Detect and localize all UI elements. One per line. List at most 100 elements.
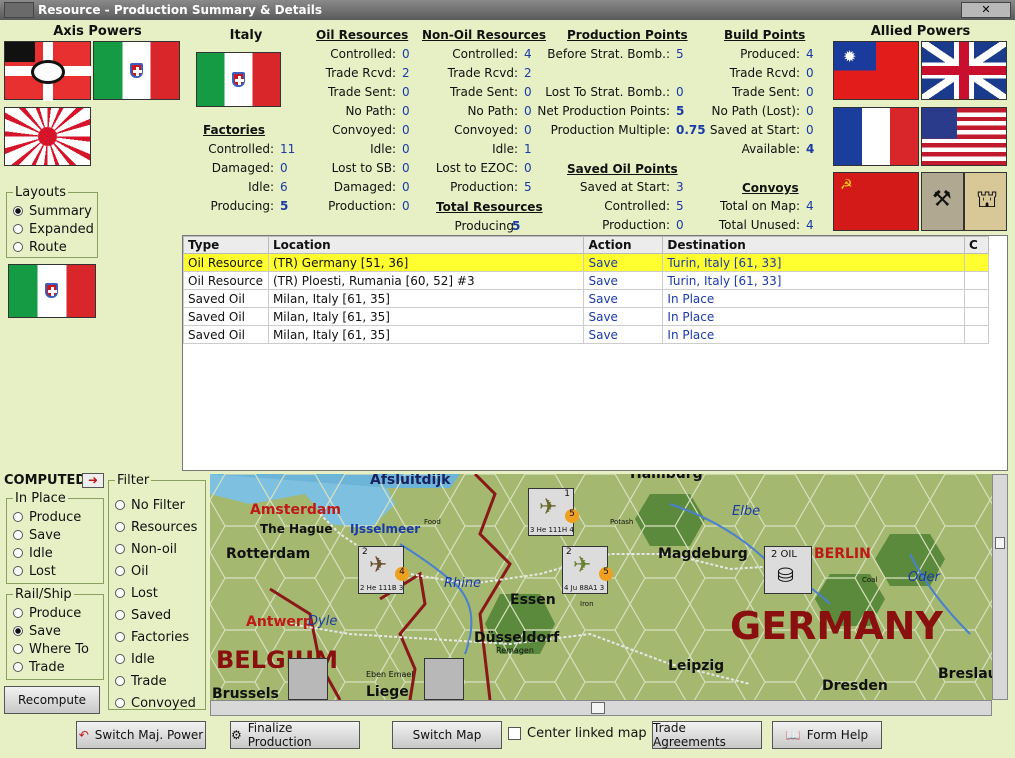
map-label-brussels: Brussels	[212, 686, 279, 700]
mining-icon[interactable]: ⚒	[921, 172, 964, 231]
factories-row-value: 6	[280, 180, 288, 194]
oil-stack-counter[interactable]: 2 OIL ⛁	[764, 546, 812, 594]
col-type[interactable]: Type	[183, 236, 269, 254]
air-unit-counter[interactable]: 2 ✈ 2 He 111B 3 4	[358, 546, 409, 594]
railship-option-trade-radio[interactable]: Trade	[13, 658, 89, 676]
filter-option-trade-radio[interactable]: Trade	[115, 670, 197, 692]
filter-option-non-oil-radio[interactable]: Non-oil	[115, 538, 197, 560]
map-label-iron: Iron	[580, 600, 594, 608]
inplace-option-idle-radio[interactable]: Idle	[13, 544, 81, 562]
bomber-icon: ✈	[539, 495, 558, 520]
railship-option-save-radio[interactable]: Save	[13, 622, 89, 640]
filter-option-convoyed-radio[interactable]: Convoyed	[115, 692, 197, 714]
filter-option-factories-radio[interactable]: Factories	[115, 626, 197, 648]
hammer-sickle-icon: ☭	[840, 177, 853, 193]
filter-option-oil-radio[interactable]: Oil	[115, 560, 197, 582]
switch-major-power-button[interactable]: ↶ Switch Maj. Power	[76, 721, 206, 749]
air-unit-counter[interactable]: 1 ✈ 3 He 111H 4 5	[528, 488, 579, 536]
radio-label: Produce	[29, 509, 82, 525]
table-row[interactable]: Saved Oil Milan, Italy [61, 35] Save In Pla…	[183, 325, 990, 344]
oil-derrick-icon[interactable]: ⛫	[964, 172, 1007, 231]
map-label-elbe: Elbe	[732, 504, 761, 519]
col-c[interactable]: C	[963, 236, 990, 254]
uk-flag[interactable]	[921, 41, 1007, 100]
france-flag[interactable]	[833, 107, 919, 166]
oil-row-value: 0	[402, 104, 410, 118]
pp-row-value: 5	[676, 104, 685, 118]
filter-option-no-filter-radio[interactable]: No Filter	[115, 494, 197, 516]
inplace-option-produce-radio[interactable]: Produce	[13, 508, 81, 526]
railship-option-produce-radio[interactable]: Produce	[13, 604, 89, 622]
filter-option-idle-radio[interactable]: Idle	[115, 648, 197, 670]
savedoil-title: Saved Oil Points	[567, 162, 678, 176]
map-label-eben: Eben Emael	[366, 670, 414, 679]
savoy-shield-icon	[129, 62, 143, 78]
radio-label: Where To	[29, 641, 89, 657]
railship-option-where-to-radio[interactable]: Where To	[13, 640, 89, 658]
map-view[interactable]: Afsluitdijk Amsterdam The Hague IJsselme…	[210, 474, 992, 700]
unit-name: 2 He 111B 3	[360, 584, 404, 592]
filter-option-resources-radio[interactable]: Resources	[115, 516, 197, 538]
layout-summary-radio[interactable]: Summary	[13, 202, 94, 220]
savedoil-row-label: Controlled:	[604, 199, 670, 213]
col-location[interactable]: Location	[267, 236, 585, 254]
center-linked-map-checkbox[interactable]	[508, 727, 521, 740]
radio-circle	[13, 608, 23, 618]
map-horizontal-scrollbar[interactable]	[210, 700, 992, 716]
radio-label: Resources	[131, 519, 198, 535]
savedoil-row-label: Production:	[602, 218, 670, 232]
finalize-production-button[interactable]: ⚙ Finalize Production	[230, 721, 360, 749]
savoy-shield-icon	[45, 283, 58, 298]
china-flag[interactable]: ✹	[833, 41, 919, 100]
col-action[interactable]: Action	[583, 236, 664, 254]
filter-option-lost-radio[interactable]: Lost	[115, 582, 197, 604]
map-vertical-scrollbar[interactable]	[992, 474, 1008, 700]
close-icon[interactable]: ✕	[961, 2, 1011, 18]
inplace-option-save-radio[interactable]: Save	[13, 526, 81, 544]
switch-map-button[interactable]: Switch Map	[392, 721, 502, 749]
table-row[interactable]: Saved Oil Milan, Italy [61, 35] Save In Pla…	[183, 307, 990, 326]
savedoil-row-value: 3	[676, 180, 684, 194]
radio-label: Idle	[131, 651, 155, 667]
map-label-afsluitdijk: Afsluitdijk	[370, 474, 451, 488]
table-row[interactable]: Oil Resource (TR) Germany [51, 36] Save Tur…	[183, 253, 990, 272]
col-destination[interactable]: Destination	[662, 236, 965, 254]
usa-flag[interactable]	[921, 107, 1007, 166]
air-unit-counter[interactable]: 2 ✈ 4 Ju 88A1 3 5	[562, 546, 613, 594]
corps-unit-counter[interactable]	[288, 658, 328, 700]
map-label-potash: Potash	[610, 518, 634, 526]
system-menu-icon[interactable]	[4, 2, 34, 18]
japan-flag[interactable]	[4, 107, 91, 166]
map-label-liege: Liege	[366, 684, 409, 700]
map-label-ijsselmeer: IJsselmeer	[350, 522, 421, 536]
nonoil-row-label: Convoyed:	[454, 123, 518, 137]
trade-agreements-button[interactable]: Trade Agreements	[652, 721, 762, 749]
bp-row-value: 0	[806, 104, 814, 118]
bp-row-label: Trade Sent:	[731, 85, 800, 99]
map-label-dresden: Dresden	[822, 678, 888, 694]
unit-badge: 5	[565, 509, 579, 523]
form-help-button[interactable]: 📖 Form Help	[772, 721, 882, 749]
bomber-icon: ✈	[369, 553, 388, 578]
pp-row-label: Production Multiple:	[550, 123, 670, 137]
filter-label: Filter	[115, 473, 152, 488]
germany-flag[interactable]	[4, 41, 92, 101]
italy-flag[interactable]	[93, 41, 180, 100]
ussr-flag[interactable]: ☭	[833, 172, 919, 231]
table-cell: (TR) Ploesti, Rumania [60, 52] #3	[267, 271, 585, 290]
filter-option-saved-radio[interactable]: Saved	[115, 604, 197, 626]
layout-route-radio[interactable]: Route	[13, 238, 94, 256]
oil-row-label: Trade Rcvd:	[325, 66, 396, 80]
layout-expanded-radio[interactable]: Expanded	[13, 220, 94, 238]
inplace-option-lost-radio[interactable]: Lost	[13, 562, 81, 580]
recompute-button[interactable]: Recompute	[4, 686, 100, 714]
unit-badge: 5	[599, 567, 613, 581]
map-label-dusseldorf: Düsseldorf	[474, 630, 560, 646]
table-row[interactable]: Oil Resource (TR) Ploesti, Rumania [60, 5…	[183, 271, 990, 290]
arrow-right-icon[interactable]: ➜	[82, 473, 104, 488]
table-row[interactable]: Saved Oil Milan, Italy [61, 35] Save In Pla…	[183, 289, 990, 308]
map-label-essen: Essen	[510, 592, 556, 608]
corps-unit-counter[interactable]	[424, 658, 464, 700]
nonoil-row-value: 4	[524, 47, 532, 61]
inplace-label: In Place	[13, 491, 68, 506]
